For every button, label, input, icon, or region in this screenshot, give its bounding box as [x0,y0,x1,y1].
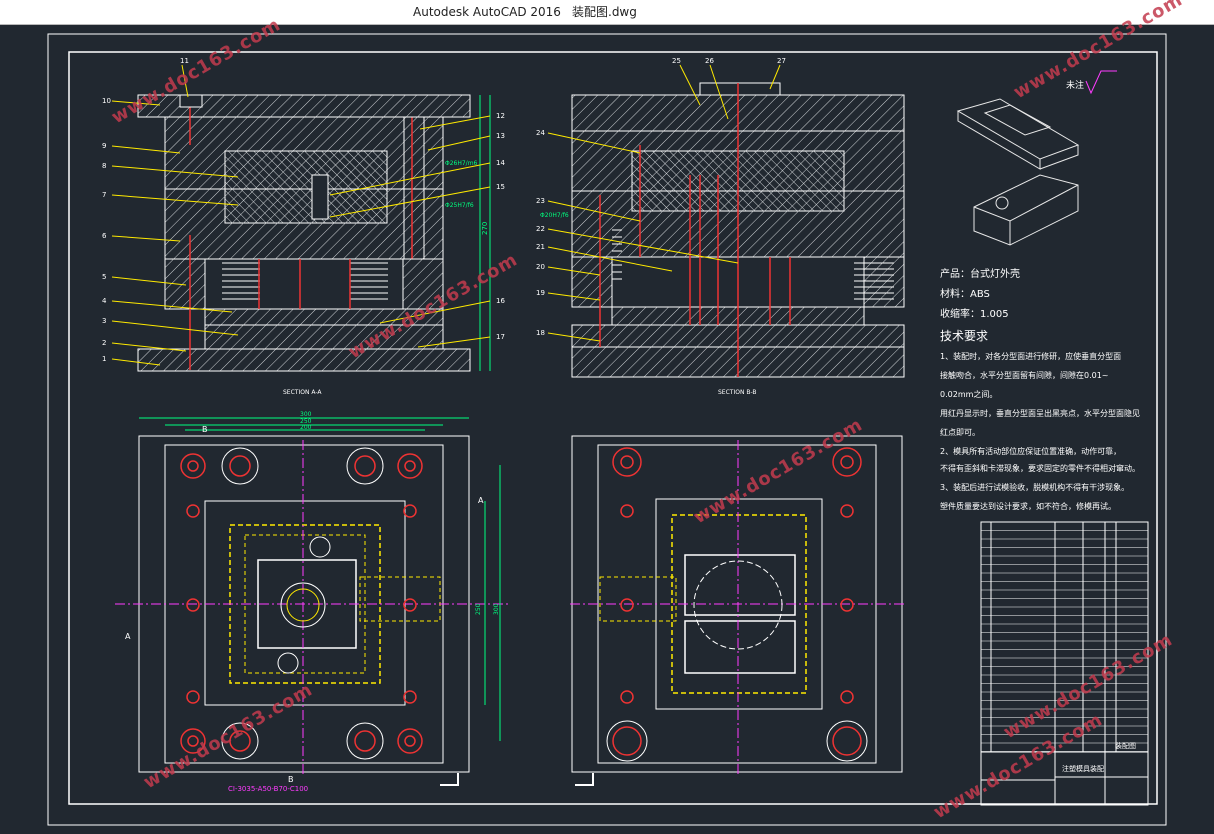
note-material: 材料：ABS [940,287,990,300]
label-2: 2 [102,339,106,347]
dim-right-2: 300 [493,603,500,615]
fit-note-1: Φ26H7/m6 [445,160,478,167]
label-13: 13 [496,132,505,140]
label-24: 24 [536,129,545,137]
surface-note: 未注 [1066,79,1084,91]
label-4: 4 [102,297,107,305]
label-22: 22 [536,225,545,233]
note-req1c: 0.02mm之间。 [940,389,997,399]
note-req3b: 塑件质量要达到设计要求，如不符合，修模再试。 [940,501,1116,511]
section-bb-label: SECTION B-B [718,389,757,396]
tech-notes: 产品：台式灯外壳 材料：ABS 收缩率：1.005 技术要求 1、装配时，对各分… [940,267,1140,511]
label-21: 21 [536,243,545,251]
file-name: 装配图.dwg [572,5,637,19]
label-1: 1 [102,355,106,363]
label-26: 26 [705,57,714,65]
label-18: 18 [536,329,545,337]
note-req1e: 红点即可。 [940,427,980,437]
part-isometric-2 [973,174,1079,246]
label-12: 12 [496,112,505,120]
title-company: 装配图 [1115,741,1136,750]
label-14: 14 [496,159,505,167]
label-9: 9 [102,142,106,150]
fit-note-2: Φ25H7/f6 [445,202,474,209]
dim-top-3: 200 [300,424,312,431]
view-a-right: A [478,496,484,505]
label-8: 8 [102,162,106,170]
view-b-top: B [202,425,208,434]
label-20: 20 [536,263,545,271]
label-16: 16 [496,297,505,305]
window-title: Autodesk AutoCAD 2016 装配图.dwg [0,0,1214,24]
note-shrink: 收缩率：1.005 [940,307,1009,320]
drawing-canvas[interactable]: 270 SECTION A-A 10 11 9 8 7 6 5 4 3 2 1 … [0,0,1214,830]
roughness-symbol [1085,70,1117,95]
note-req3a: 3、装配后进行试模验收，脱模机构不得有干涉现象。 [940,482,1129,492]
label-17: 17 [496,333,505,341]
title-bar: Autodesk AutoCAD 2016 装配图.dwg [0,0,1214,25]
note-req2a: 2、模具所有活动部位应保证位置准确，动作可靠， [940,446,1121,456]
view-a-left: A [125,632,131,641]
label-27: 27 [777,57,786,65]
label-6: 6 [102,232,107,240]
title-drawing-name: 注塑模具装配 [1062,764,1104,773]
note-tech-title: 技术要求 [940,329,988,343]
mold-code: CI-3035-A50-B70-C100 [228,785,308,793]
section-aa-label: SECTION A-A [283,389,322,396]
label-3: 3 [102,317,106,325]
note-req1a: 1、装配时，对各分型面进行修研，应使垂直分型面 [940,351,1121,361]
plan-view-left: 300 250 200 250 300 [115,411,510,786]
app-name: Autodesk AutoCAD 2016 [413,5,561,19]
part-isometric-1 [956,98,1080,170]
view-b-bottom: B [288,775,294,784]
dim-height: 270 [481,222,489,235]
note-req1b: 接触吻合，水平分型面留有间隙，间隙在0.01~ [940,370,1109,380]
label-15: 15 [496,183,505,191]
fit-note-3: Φ20H7/f6 [540,212,569,219]
label-23: 23 [536,197,545,205]
label-19: 19 [536,289,545,297]
note-product: 产品：台式灯外壳 [940,267,1020,280]
label-5: 5 [102,273,106,281]
label-10: 10 [102,97,111,105]
label-25: 25 [672,57,681,65]
dim-top-1: 300 [300,411,312,418]
section-bb-view [547,64,905,378]
dim-right-1: 250 [475,603,482,615]
note-req1d: 用红丹显示时，垂直分型面呈出黑亮点，水平分型面隐见 [940,408,1140,418]
note-req2b: 不得有歪斜和卡滞现象，要求固定的零件不得相对窜动。 [940,463,1140,473]
label-7: 7 [102,191,106,199]
